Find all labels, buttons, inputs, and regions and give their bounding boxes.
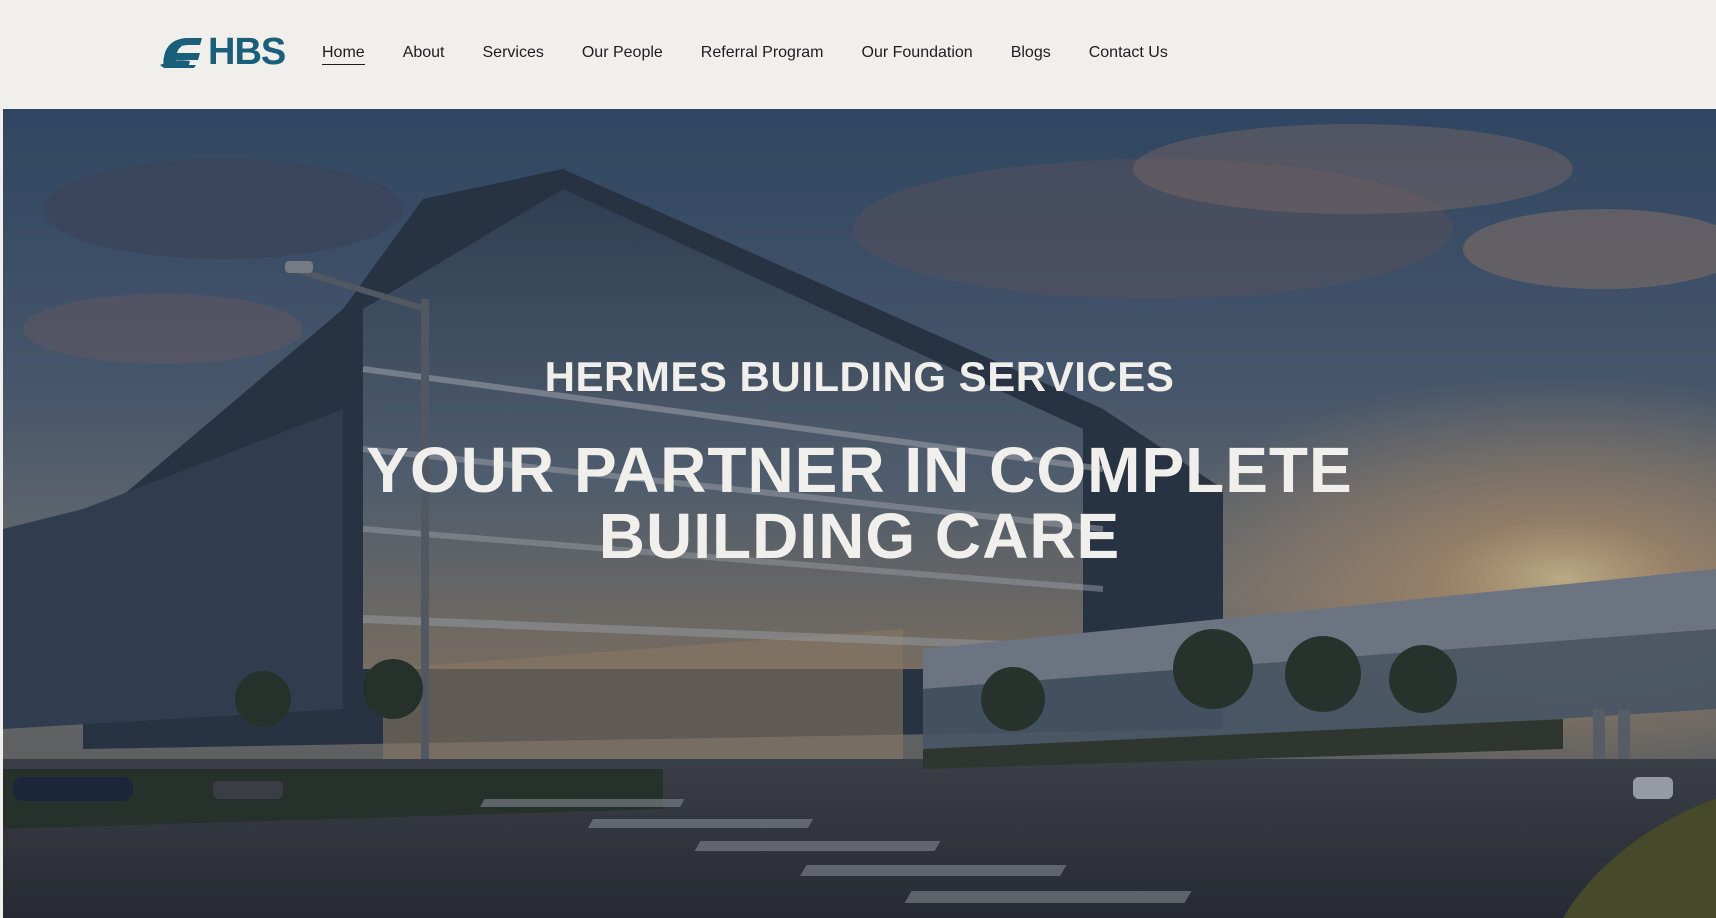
hero-title-line-1: YOUR PARTNER IN COMPLETE (366, 434, 1353, 506)
nav-contact-us[interactable]: Contact Us (1089, 40, 1168, 66)
nav-about[interactable]: About (403, 40, 445, 66)
hero-title: YOUR PARTNER IN COMPLETE BUILDING CARE (3, 437, 1716, 569)
brand-logo[interactable]: LE HBS (160, 31, 286, 73)
nav-referral-program[interactable]: Referral Program (701, 40, 824, 66)
hero-section: HERMES BUILDING SERVICES YOUR PARTNER IN… (3, 109, 1716, 918)
main-nav: Home About Services Our People Referral … (322, 0, 1206, 105)
hero-subtitle: HERMES BUILDING SERVICES (544, 353, 1175, 400)
hero-title-line-2: BUILDING CARE (598, 500, 1121, 572)
site-header: LE HBS Home About Services Our People Re… (0, 0, 1716, 109)
nav-services[interactable]: Services (483, 40, 544, 66)
nav-blogs[interactable]: Blogs (1011, 40, 1051, 66)
nav-home[interactable]: Home (322, 40, 365, 65)
nav-our-foundation[interactable]: Our Foundation (862, 40, 973, 66)
nav-our-people[interactable]: Our People (582, 40, 663, 66)
logo-mark-icon: LE (160, 35, 204, 69)
logo-text: HBS (208, 31, 286, 73)
logo-mark-letters: LE (181, 44, 193, 54)
